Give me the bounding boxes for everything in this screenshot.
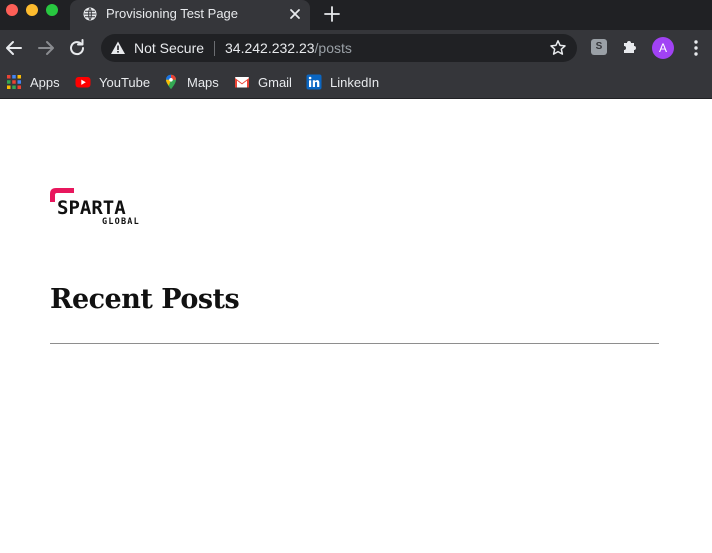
- window-zoom-button[interactable]: [46, 4, 58, 16]
- url-text[interactable]: 34.242.232.23/posts: [225, 40, 352, 56]
- sparta-global-logo[interactable]: SPARTA GLOBAL: [50, 187, 154, 227]
- bookmark-apps[interactable]: Apps: [6, 72, 60, 92]
- logo-wordmark: SPARTA: [57, 197, 126, 219]
- back-arrow-icon[interactable]: [3, 37, 25, 59]
- tab-strip: Provisioning Test Page: [0, 0, 712, 30]
- security-status-label[interactable]: Not Secure: [134, 40, 204, 56]
- bookmarks-bar: Apps YouTube Maps Gmail LinkedIn: [0, 66, 712, 99]
- bookmark-label: Apps: [30, 74, 60, 90]
- logo-subtext: GLOBAL: [102, 217, 140, 227]
- profile-avatar[interactable]: A: [652, 37, 674, 59]
- kebab-menu-icon[interactable]: [688, 39, 704, 57]
- bookmark-label: YouTube: [99, 74, 151, 90]
- extensions-puzzle-icon[interactable]: [621, 38, 639, 56]
- bookmark-label: Maps: [187, 74, 219, 90]
- globe-icon: [83, 7, 97, 21]
- maps-pin-icon: [166, 74, 176, 90]
- warning-triangle-icon[interactable]: [110, 40, 126, 56]
- url-path: /posts: [314, 40, 352, 56]
- bookmark-youtube[interactable]: YouTube: [75, 72, 150, 92]
- bookmark-maps[interactable]: Maps: [163, 72, 219, 92]
- extension-s-icon[interactable]: S: [591, 39, 607, 55]
- window-minimize-button[interactable]: [26, 4, 38, 16]
- bookmark-label: LinkedIn: [330, 74, 380, 90]
- linkedin-icon: [306, 74, 322, 90]
- youtube-icon: [75, 77, 91, 88]
- window-close-button[interactable]: [6, 4, 18, 16]
- bookmark-label: Gmail: [258, 74, 292, 90]
- bookmark-star-icon[interactable]: [549, 39, 567, 57]
- bookmark-linkedin[interactable]: LinkedIn: [306, 72, 379, 92]
- address-bar[interactable]: Not Secure 34.242.232.23/posts: [101, 34, 577, 62]
- reload-icon[interactable]: [66, 37, 88, 59]
- tab-title: Provisioning Test Page: [106, 6, 239, 21]
- close-icon[interactable]: [286, 5, 304, 23]
- url-host: 34.242.232.23: [225, 40, 315, 56]
- browser-tab-active[interactable]: Provisioning Test Page: [70, 0, 310, 30]
- browser-toolbar: Not Secure 34.242.232.23/posts S A: [0, 30, 712, 66]
- omnibox-divider: [214, 41, 215, 56]
- gmail-icon: [235, 77, 249, 88]
- heading-divider: [50, 343, 659, 344]
- page-title: Recent Posts: [50, 284, 240, 315]
- new-tab-plus-icon[interactable]: [322, 4, 342, 24]
- bookmark-gmail[interactable]: Gmail: [234, 72, 292, 92]
- apps-grid-icon: [7, 75, 21, 89]
- forward-arrow-icon[interactable]: [35, 37, 57, 59]
